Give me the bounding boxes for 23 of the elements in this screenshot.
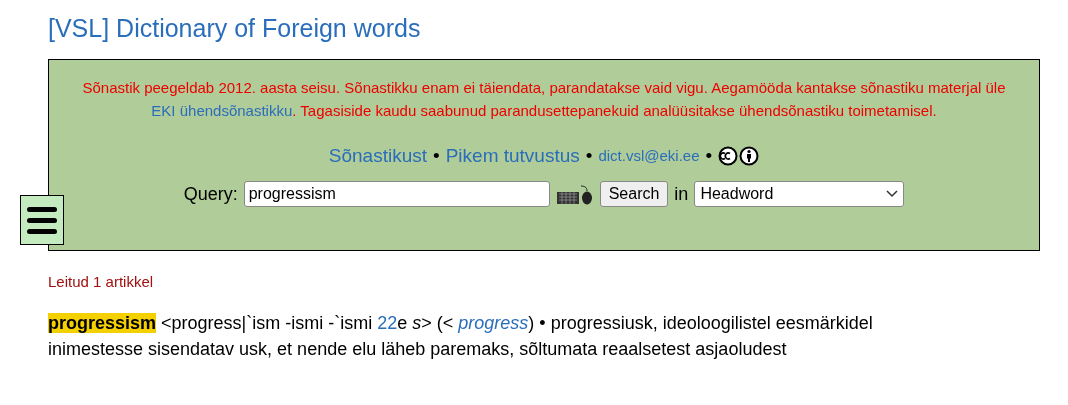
bullet-separator: • — [433, 144, 440, 168]
bullet-separator: • — [705, 144, 713, 168]
keyboard-mouse-icon[interactable] — [555, 183, 594, 205]
email-link[interactable]: dict.vsl@eki.ee — [598, 145, 700, 168]
query-field[interactable]: progressism — [243, 181, 550, 207]
menu-icon[interactable] — [20, 195, 64, 245]
in-label: in — [674, 182, 689, 206]
bullet-separator: • — [585, 144, 593, 168]
attribution-icon[interactable] — [739, 146, 760, 167]
info-link[interactable]: Pikem tutvustus — [445, 142, 580, 171]
chevron-down-icon — [886, 190, 899, 198]
dictionary-entry: progressism <progress|`ism -ismi -`ismi 22e s> (< progress) • progressiusk, ideoloogilistel eesmärkidel inimestesse sisendatav usk, et nende elu läheb paremaks, sõltumata reaalsetest asjaoludest — [48, 311, 874, 361]
search-button[interactable]: Search — [599, 181, 669, 207]
query-label: Query: — [183, 182, 238, 206]
result-count: Leitud 1 artikkel — [48, 272, 155, 292]
page-title: [VSL] Dictionary of Foreign words — [48, 13, 422, 44]
link[interactable]: progress — [458, 312, 529, 333]
notice-text: Sõnastik peegeldab 2012. aasta seisu. Sõnastikku enam ei täiendata, parandatakse vaid vigu. Aegamööda kantakse sõnastiku materjal üle EKI ühendsõnastikku. Tagasiside kaudu saabunud parandusettepanekuid analüüsitakse ühendsõnastiku toimetamisel. — [81, 78, 1007, 121]
info-link[interactable]: Sõnastikust — [328, 142, 427, 171]
cc-license-icon[interactable] — [718, 146, 739, 167]
link[interactable]: 22 — [377, 312, 398, 333]
field-select[interactable]: Headword — [694, 181, 905, 207]
headword: progressism — [48, 312, 157, 333]
